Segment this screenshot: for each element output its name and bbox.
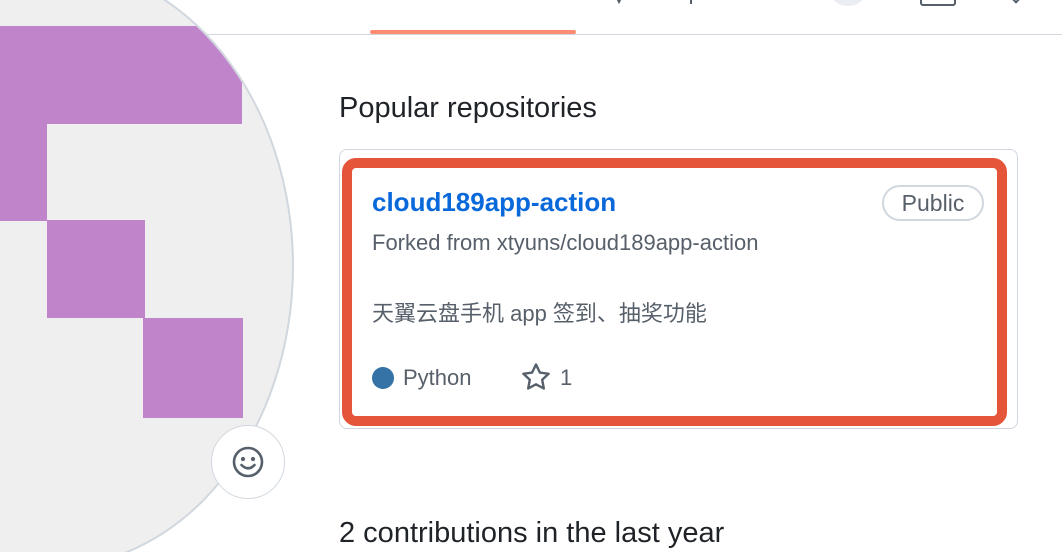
repo-description: 天翼云盘手机 app 签到、抽奖功能 — [372, 301, 707, 326]
profile-page: Popular repositories cloud189app-action … — [0, 0, 1062, 552]
language-color-dot — [372, 367, 394, 389]
contributions-heading: 2 contributions in the last year — [339, 517, 725, 549]
star-icon[interactable] — [520, 362, 552, 392]
star-icon[interactable] — [612, 0, 626, 4]
chevron-down-icon[interactable] — [1010, 0, 1022, 4]
star-count[interactable]: 1 — [560, 365, 572, 391]
identicon-pixel — [0, 26, 242, 124]
identicon-pixel — [143, 318, 243, 418]
tab-counter — [830, 0, 866, 6]
repo-language: Python — [403, 365, 472, 390]
visibility-badge: Public — [882, 185, 984, 221]
popular-repositories-heading: Popular repositories — [339, 92, 597, 124]
forked-from-text: Forked from xtyuns/cloud189app-action — [372, 230, 759, 255]
identicon-pixel — [0, 124, 47, 221]
repo-name-link[interactable]: cloud189app-action — [372, 187, 616, 218]
identicon-pixel — [47, 220, 145, 318]
package-icon[interactable] — [920, 0, 956, 6]
tab-icon-fragment — [690, 0, 692, 4]
smiley-icon — [232, 446, 264, 478]
set-status-button[interactable] — [211, 425, 285, 499]
identicon-pixels — [0, 26, 243, 418]
active-tab-underline — [370, 30, 576, 34]
